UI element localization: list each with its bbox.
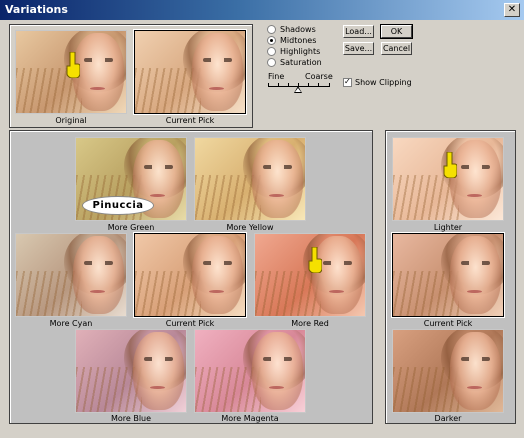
load-button[interactable]: Load... (343, 25, 374, 38)
radio-midtones-circle[interactable] (267, 36, 276, 45)
radio-saturation-circle[interactable] (267, 58, 276, 67)
close-icon: ✕ (507, 4, 517, 15)
current-pick-thumbnail[interactable] (133, 29, 247, 115)
pointing-hand-icon (308, 247, 322, 273)
original-label: Original (55, 116, 87, 125)
more-red-thumbnail[interactable] (254, 233, 366, 317)
slider-handle[interactable] (294, 86, 302, 93)
more-yellow-label: More Yellow (226, 223, 274, 232)
slider-coarse-label: Coarse (305, 72, 333, 81)
pointing-hand-icon (66, 52, 80, 78)
watermark-badge: Pinuccia (82, 196, 154, 215)
pointing-hand-icon (443, 152, 457, 178)
show-clipping-checkbox[interactable] (343, 77, 352, 87)
more-cyan-label: More Cyan (49, 319, 93, 328)
more-blue-label: More Blue (110, 414, 152, 423)
more-magenta-thumbnail[interactable] (194, 329, 306, 413)
radio-midtones-label: Midtones (280, 36, 317, 45)
more-green-label: More Green (107, 223, 155, 232)
lighter-thumbnail[interactable] (392, 137, 504, 221)
current-pick-label: Current Pick (165, 116, 215, 125)
radio-shadows-label: Shadows (280, 25, 316, 34)
window-title: Variations (5, 3, 68, 16)
darker-label: Darker (434, 414, 462, 423)
more-blue-thumbnail[interactable] (75, 329, 187, 413)
cancel-button[interactable]: Cancel (381, 42, 412, 55)
darker-thumbnail[interactable] (392, 329, 504, 413)
radio-shadows-circle[interactable] (267, 25, 276, 34)
ok-button[interactable]: OK (380, 24, 413, 39)
more-magenta-label: More Magenta (221, 414, 279, 423)
slider-fine-label: Fine (268, 72, 285, 81)
close-button[interactable]: ✕ (504, 3, 520, 17)
center-current-pick-thumbnail[interactable] (133, 232, 247, 318)
radio-highlights-circle[interactable] (267, 47, 276, 56)
lighter-label: Lighter (433, 223, 463, 232)
brightness-current-pick-thumbnail[interactable] (391, 232, 505, 318)
show-clipping-label: Show Clipping (355, 78, 412, 87)
radio-highlights-label: Highlights (280, 47, 321, 56)
more-cyan-thumbnail[interactable] (15, 233, 127, 317)
radio-saturation-label: Saturation (280, 58, 322, 67)
more-yellow-thumbnail[interactable] (194, 137, 306, 221)
brightness-current-pick-label: Current Pick (423, 319, 473, 328)
center-current-pick-label: Current Pick (165, 319, 215, 328)
save-button[interactable]: Save... (343, 42, 374, 55)
more-red-label: More Red (291, 319, 329, 328)
title-bar: Variations ✕ (0, 0, 524, 20)
